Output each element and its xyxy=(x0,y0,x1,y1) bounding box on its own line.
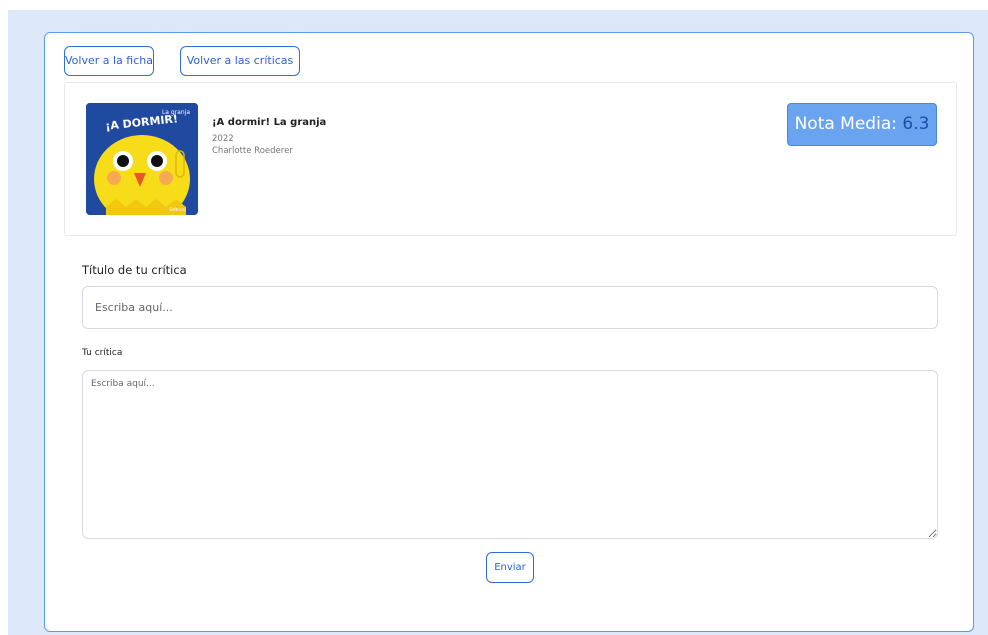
review-body-textarea[interactable] xyxy=(82,370,938,539)
submit-button[interactable]: Enviar xyxy=(486,552,534,583)
review-card: Volver a la ficha Volver a las críticas … xyxy=(44,32,974,632)
book-year: 2022 xyxy=(212,134,234,144)
back-to-reviews-button[interactable]: Volver a las críticas xyxy=(180,46,300,76)
review-title-input[interactable] xyxy=(82,286,938,329)
book-summary: La granja ¡A DORMIR! Editorial ¡A dormir… xyxy=(64,82,957,236)
review-title-label: Título de tu crítica xyxy=(82,263,187,277)
review-body-label: Tu crítica xyxy=(82,348,123,358)
book-author: Charlotte Roederer xyxy=(212,146,293,156)
book-info: ¡A dormir! La granja 2022 Charlotte Roed… xyxy=(212,116,326,157)
average-rating-badge: Nota Media: 6.3 xyxy=(787,103,937,146)
svg-text:Editorial: Editorial xyxy=(169,207,186,212)
back-to-sheet-button[interactable]: Volver a la ficha xyxy=(64,46,154,76)
book-cover-image: La granja ¡A DORMIR! Editorial xyxy=(86,103,198,215)
book-title: ¡A dormir! La granja xyxy=(212,117,327,128)
average-rating-label: Nota Media: xyxy=(794,114,897,134)
average-rating-value: 6.3 xyxy=(902,114,930,134)
